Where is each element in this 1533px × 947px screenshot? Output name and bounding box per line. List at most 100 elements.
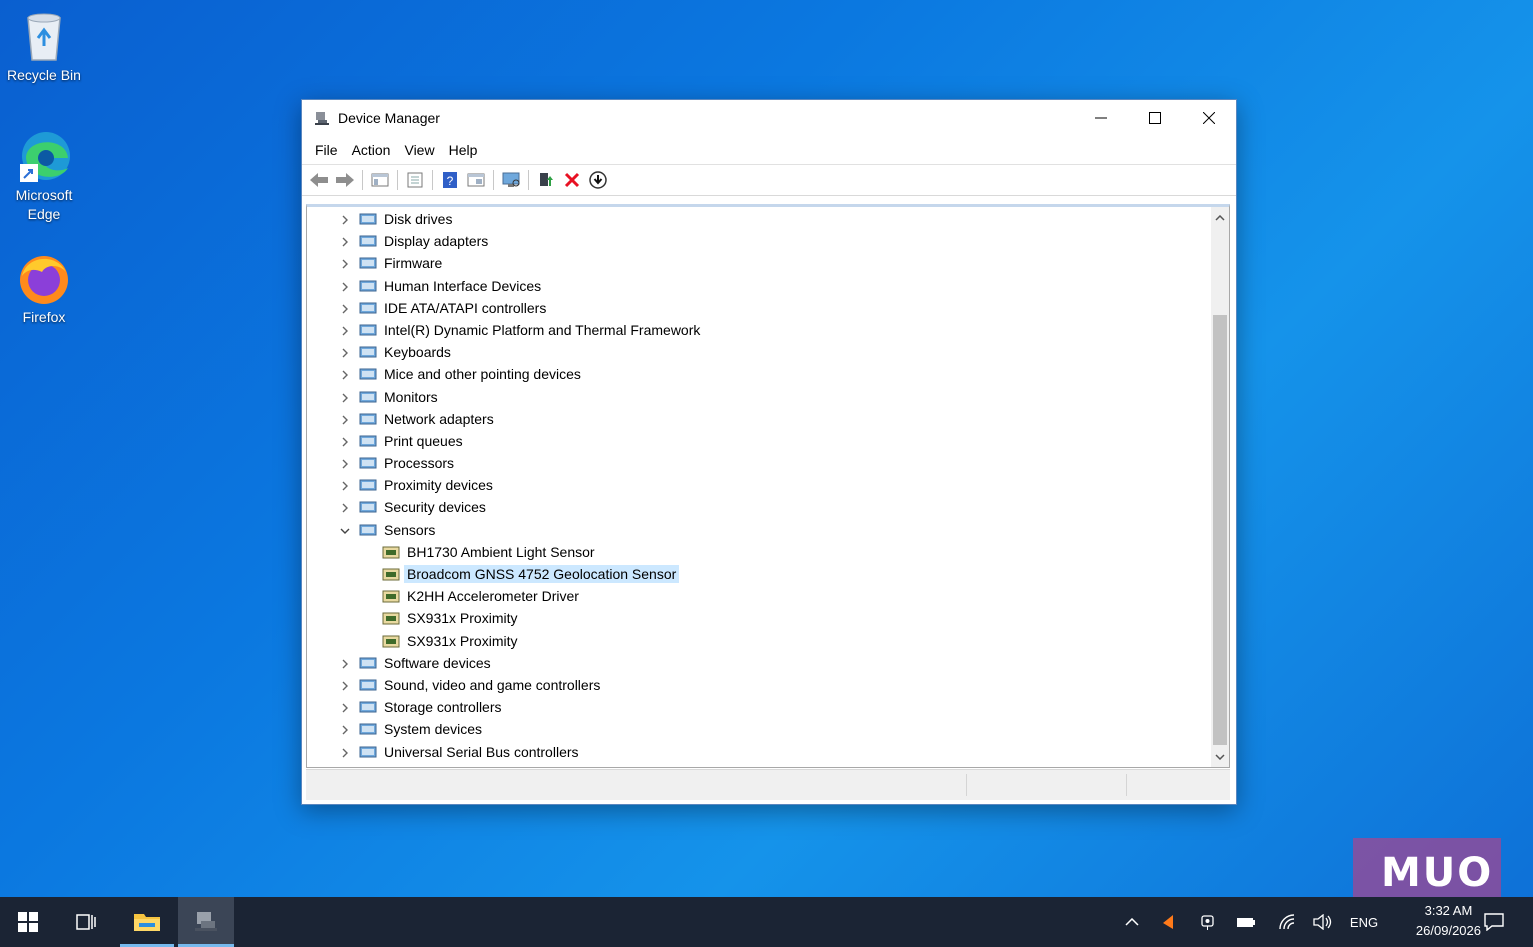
device-category[interactable]: Mice and other pointing devices xyxy=(307,363,1211,385)
update-driver-button[interactable] xyxy=(534,168,558,192)
device-item[interactable]: SX931x Proximity xyxy=(307,630,1211,652)
back-button[interactable] xyxy=(307,168,331,192)
sensor-icon xyxy=(382,633,400,649)
menu-action[interactable]: Action xyxy=(345,142,398,158)
device-manager-icon xyxy=(315,112,329,125)
toolbar: ? xyxy=(302,164,1236,196)
device-category[interactable]: Print queues xyxy=(307,430,1211,452)
chevron-right-icon[interactable] xyxy=(339,324,351,336)
desktop-icon-label: Firefox xyxy=(22,309,66,325)
title-bar[interactable]: Device Manager xyxy=(302,100,1236,136)
status-cell xyxy=(966,774,967,796)
chevron-right-icon[interactable] xyxy=(339,746,351,758)
chevron-right-icon[interactable] xyxy=(339,457,351,469)
chevron-right-icon[interactable] xyxy=(339,257,351,269)
chevron-right-icon[interactable] xyxy=(339,679,351,691)
device-item[interactable]: K2HH Accelerometer Driver xyxy=(307,585,1211,607)
device-category[interactable]: System devices xyxy=(307,718,1211,740)
device-category-label: Sound, video and game controllers xyxy=(384,676,601,693)
chevron-right-icon[interactable] xyxy=(339,501,351,513)
notifications-icon xyxy=(1484,913,1504,931)
chevron-right-icon[interactable] xyxy=(339,235,351,247)
device-category-label: Network adapters xyxy=(384,410,494,427)
input-language[interactable]: ENG xyxy=(1344,897,1384,947)
device-category[interactable]: Universal Serial Bus controllers xyxy=(307,741,1211,763)
task-view-button[interactable] xyxy=(60,897,112,947)
device-category[interactable]: Network adapters xyxy=(307,408,1211,430)
desktop-icon-firefox[interactable]: Firefox xyxy=(4,250,84,327)
desktop-icon-edge[interactable]: Microsoft Edge xyxy=(4,128,84,224)
chevron-right-icon[interactable] xyxy=(339,302,351,314)
tray-app-button[interactable] xyxy=(1156,897,1180,947)
chevron-right-icon[interactable] xyxy=(339,280,351,292)
device-category[interactable]: Processors xyxy=(307,452,1211,474)
device-item[interactable]: BH1730 Ambient Light Sensor xyxy=(307,541,1211,563)
scrollbar-thumb[interactable] xyxy=(1213,315,1227,745)
device-category[interactable]: Firmware xyxy=(307,252,1211,274)
device-category[interactable]: IDE ATA/ATAPI controllers xyxy=(307,297,1211,319)
taskbar-device-manager[interactable] xyxy=(178,897,234,947)
toolbar-separator xyxy=(397,170,398,190)
view-icon xyxy=(467,173,485,187)
action-center-button[interactable] xyxy=(1480,897,1508,947)
device-category[interactable]: Proximity devices xyxy=(307,474,1211,496)
chevron-right-icon[interactable] xyxy=(339,213,351,225)
minimize-button[interactable] xyxy=(1074,100,1128,136)
device-category[interactable]: Human Interface Devices xyxy=(307,275,1211,297)
help-button[interactable]: ? xyxy=(438,168,462,192)
device-category-icon xyxy=(359,366,377,382)
scroll-down-button[interactable] xyxy=(1211,748,1229,765)
menu-help[interactable]: Help xyxy=(442,142,485,158)
device-category[interactable]: Keyboards xyxy=(307,341,1211,363)
device-category-icon xyxy=(359,744,377,760)
clock[interactable]: 3:32 AM 26/09/2026 xyxy=(1416,901,1481,941)
show-hidden-icons-button[interactable] xyxy=(1120,897,1144,947)
chevron-right-icon[interactable] xyxy=(339,479,351,491)
menu-file[interactable]: File xyxy=(308,142,345,158)
close-button[interactable] xyxy=(1182,100,1236,136)
chevron-right-icon[interactable] xyxy=(339,723,351,735)
download-button[interactable] xyxy=(586,168,610,192)
device-item[interactable]: SX931x Proximity xyxy=(307,607,1211,629)
taskbar-file-explorer[interactable] xyxy=(120,897,174,947)
recycle-bin-icon xyxy=(16,8,72,64)
device-category[interactable]: Storage controllers xyxy=(307,696,1211,718)
menu-view[interactable]: View xyxy=(397,142,441,158)
device-category[interactable]: Intel(R) Dynamic Platform and Thermal Fr… xyxy=(307,319,1211,341)
properties-button[interactable] xyxy=(403,168,427,192)
network-button[interactable] xyxy=(1274,897,1300,947)
chevron-right-icon[interactable] xyxy=(339,368,351,380)
uninstall-button[interactable] xyxy=(560,168,584,192)
maximize-button[interactable] xyxy=(1128,100,1182,136)
view-button[interactable] xyxy=(464,168,488,192)
volume-button[interactable] xyxy=(1310,897,1336,947)
device-category[interactable]: Security devices xyxy=(307,496,1211,518)
vertical-scrollbar[interactable] xyxy=(1211,207,1229,767)
device-item-label: SX931x Proximity xyxy=(407,610,518,627)
chevron-right-icon[interactable] xyxy=(339,701,351,713)
start-button[interactable] xyxy=(0,897,56,947)
desktop-icon-recycle-bin[interactable]: Recycle Bin xyxy=(4,8,84,85)
chevron-right-icon[interactable] xyxy=(339,346,351,358)
show-hide-tree-button[interactable] xyxy=(368,168,392,192)
device-category-label: Software devices xyxy=(384,654,491,671)
chevron-down-icon[interactable] xyxy=(339,524,351,536)
device-category[interactable]: Sensors xyxy=(307,519,1211,541)
device-category[interactable]: Monitors xyxy=(307,386,1211,408)
battery-button[interactable] xyxy=(1234,897,1258,947)
device-category[interactable]: Sound, video and game controllers xyxy=(307,674,1211,696)
download-icon xyxy=(589,171,607,189)
device-category[interactable]: Software devices xyxy=(307,652,1211,674)
scan-hardware-button[interactable] xyxy=(499,168,523,192)
device-category[interactable]: Disk drives xyxy=(307,208,1211,230)
device-item-selected[interactable]: Broadcom GNSS 4752 Geolocation Sensor xyxy=(307,563,1211,585)
chevron-right-icon[interactable] xyxy=(339,435,351,447)
chevron-right-icon[interactable] xyxy=(339,391,351,403)
device-category[interactable]: Display adapters xyxy=(307,230,1211,252)
chevron-right-icon[interactable] xyxy=(339,413,351,425)
forward-button[interactable] xyxy=(333,168,357,192)
scroll-up-button[interactable] xyxy=(1211,209,1229,226)
chevron-right-icon[interactable] xyxy=(339,657,351,669)
taskbar: ENG 3:32 AM 26/09/2026 xyxy=(0,897,1533,947)
tray-camera-button[interactable] xyxy=(1196,897,1220,947)
